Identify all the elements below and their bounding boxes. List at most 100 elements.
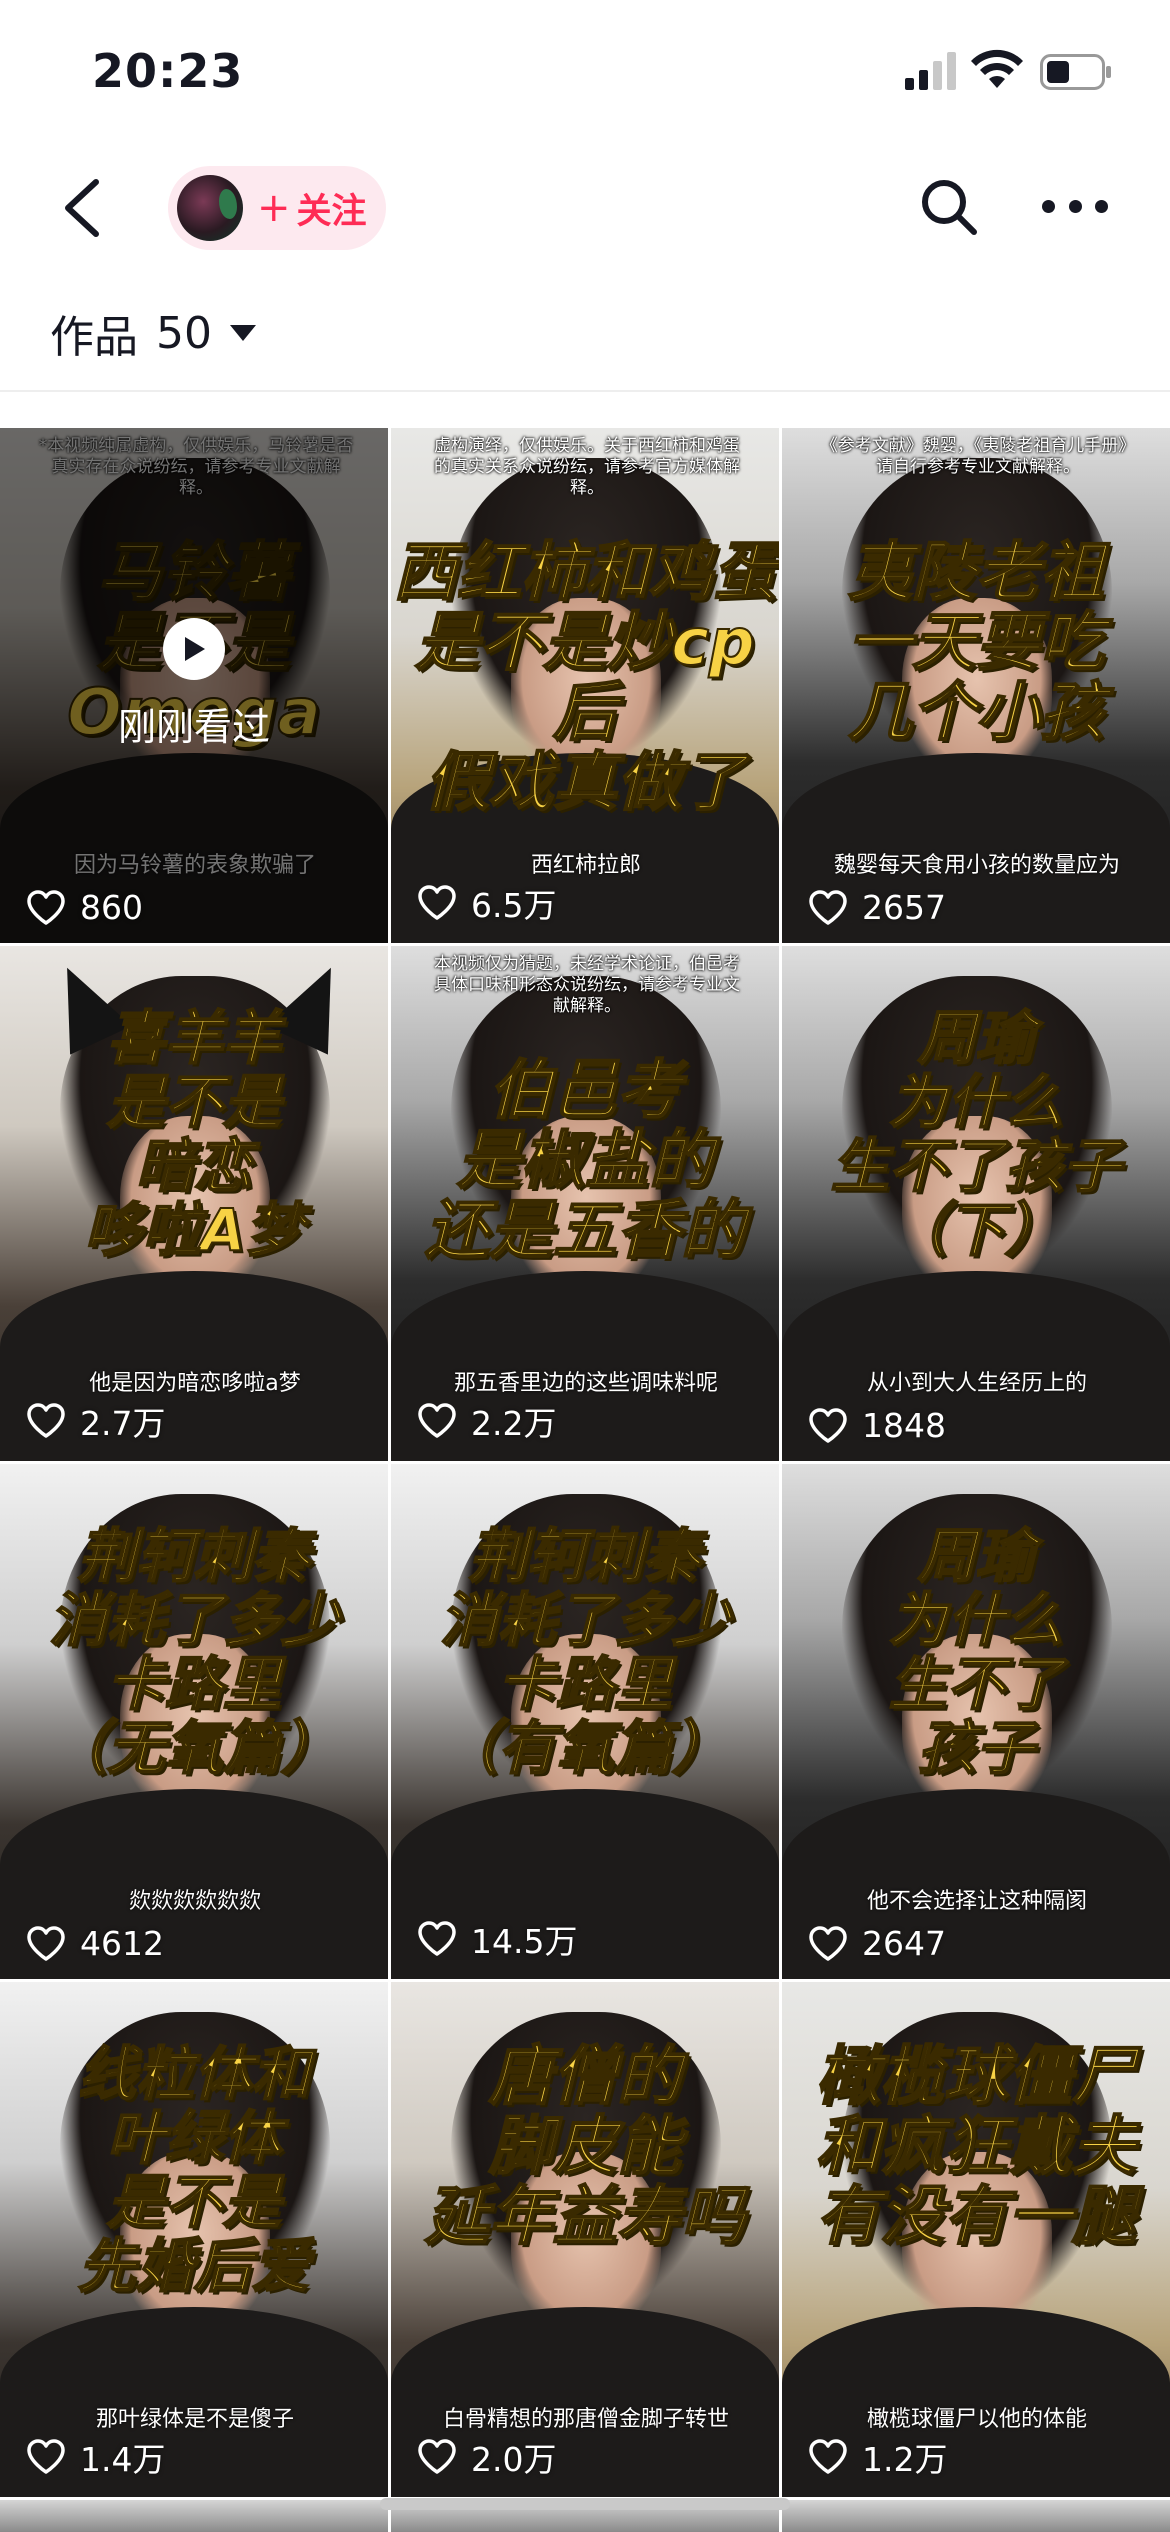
heart-icon bbox=[808, 1407, 848, 1444]
works-label: 作品 bbox=[50, 312, 138, 363]
overlay-title: 伯邑考 是椒盐的 还是五香的 bbox=[424, 1054, 746, 1268]
heart-icon bbox=[417, 1403, 457, 1439]
subtitle-caption: 从小到大人生经历上的 bbox=[866, 1371, 1087, 1396]
video-thumbnail[interactable]: 荆轲刺秦 消耗了多少 卡路里 （有氧篇） 14.5万 bbox=[391, 1464, 779, 1979]
disclaimer-text: 本视频仅为猜题，未经学术论证，伯邑考具体口味和形态众说纷纭，请参考专业文献解释。 bbox=[434, 954, 740, 1016]
like-count-value: 2657 bbox=[862, 888, 946, 927]
divider bbox=[0, 390, 1170, 392]
subtitle-caption: 那五香里边的这些调味料呢 bbox=[453, 1371, 718, 1396]
follow-label: + 关注 bbox=[257, 183, 367, 234]
like-count-value: 2.2万 bbox=[471, 1404, 557, 1443]
video-thumbnail[interactable]: 荆轲刺秦 消耗了多少 卡路里 （无氧篇） 欻欻欻欻欻欻 4612 bbox=[0, 1464, 388, 1979]
like-count: 14.5万 bbox=[417, 1915, 577, 1963]
heart-icon bbox=[417, 1921, 457, 1957]
video-thumbnail[interactable]: 本视频仅为猜题，未经学术论证，伯邑考具体口味和形态众说纷纭，请参考专业文献解释。… bbox=[391, 946, 779, 1461]
watched-label: 刚刚看过 bbox=[117, 705, 270, 749]
more-dot bbox=[1095, 199, 1108, 213]
video-thumbnail[interactable]: 虚构演绎，仅供娱乐。关于西红柿和鸡蛋的真实关系众说纷纭，请参考官方媒体解释。西红… bbox=[391, 428, 779, 943]
like-count-value: 4612 bbox=[80, 1924, 164, 1963]
video-thumbnail[interactable]: 线粒体和 叶绿体 是不是 先婚后爱那叶绿体是不是傻子 1.4万 bbox=[0, 1982, 388, 2497]
like-count: 2657 bbox=[808, 888, 946, 927]
like-count: 1.4万 bbox=[26, 2433, 165, 2481]
follow-text: 关注 bbox=[296, 191, 367, 232]
overlay-title: 周瑜 为什么 生不了 孩子 bbox=[888, 1522, 1064, 1782]
disclaimer-text: 虚构演绎，仅供娱乐。关于西红柿和鸡蛋的真实关系众说纷纭，请参考官方媒体解释。 bbox=[434, 436, 740, 498]
avatar[interactable] bbox=[177, 175, 243, 241]
overlay-title: 喜羊羊 是不是 暗恋 哆啦A梦 bbox=[84, 1004, 305, 1264]
subtitle-caption: 白骨精想的那唐僧金脚子转世 bbox=[442, 2407, 729, 2432]
wifi-icon bbox=[971, 49, 1023, 88]
heart-icon bbox=[417, 885, 457, 921]
video-grid: *本视频纯属虚构，仅供娱乐，马铃薯是否真实存在众说纷纭，请参考专业文献解释。马铃… bbox=[0, 428, 1170, 2497]
like-count-value: 14.5万 bbox=[471, 1922, 578, 1961]
video-thumbnail[interactable]: 周瑜 为什么 生不了孩子 （下） 从小到大人生经历上的 1848 bbox=[782, 946, 1170, 1461]
like-count: 2.0万 bbox=[417, 2433, 556, 2481]
more-options-icon[interactable] bbox=[1042, 196, 1108, 216]
video-thumbnail[interactable]: 周瑜 为什么 生不了 孩子他不会选择让这种隔阂 2647 bbox=[782, 1464, 1170, 1979]
search-icon[interactable] bbox=[918, 176, 980, 238]
video-thumbnail[interactable]: 唐僧的 脚皮能 延年益寿吗白骨精想的那唐僧金脚子转世 2.0万 bbox=[391, 1982, 779, 2497]
overlay-title: 夷陵老祖 一天要吃 几个小孩 bbox=[847, 536, 1105, 750]
status-time: 20:23 bbox=[92, 44, 244, 98]
subtitle-caption: 他是因为暗恋哆啦a梦 bbox=[89, 1371, 301, 1396]
like-count: 1.2万 bbox=[808, 2433, 947, 2481]
overlay-title: 荆轲刺秦 消耗了多少 卡路里 （无氧篇） bbox=[48, 1522, 340, 1782]
heart-icon bbox=[808, 889, 848, 926]
back-icon[interactable] bbox=[56, 176, 116, 240]
caret-down-icon bbox=[230, 325, 256, 341]
works-selector[interactable]: 作品 50 bbox=[50, 298, 256, 368]
subtitle-caption: 橄榄球僵尸以他的体能 bbox=[866, 2407, 1087, 2432]
like-count: 860 bbox=[26, 888, 143, 927]
home-indicator bbox=[380, 2498, 790, 2510]
like-count: 2.7万 bbox=[26, 1397, 165, 1445]
video-thumbnail-peek[interactable] bbox=[0, 2500, 388, 2532]
like-count: 2.2万 bbox=[417, 1397, 556, 1445]
overlay-title: 线粒体和 叶绿体 是不是 先婚后爱 bbox=[77, 2040, 311, 2300]
like-count-value: 1.4万 bbox=[80, 2440, 166, 2479]
subtitle-caption: 那叶绿体是不是傻子 bbox=[95, 2407, 294, 2432]
plus-icon: + bbox=[257, 185, 291, 231]
overlay-title: 周瑜 为什么 生不了孩子 （下） bbox=[830, 1004, 1122, 1264]
play-icon[interactable] bbox=[163, 618, 225, 680]
like-count-value: 860 bbox=[80, 888, 143, 927]
more-dot bbox=[1068, 199, 1082, 213]
works-count: 50 bbox=[156, 307, 212, 359]
heart-icon bbox=[808, 1925, 848, 1962]
more-dot bbox=[1042, 199, 1055, 213]
video-thumbnail[interactable]: 喜羊羊 是不是 暗恋 哆啦A梦他是因为暗恋哆啦a梦 2.7万 bbox=[0, 946, 388, 1461]
subtitle-caption: 魏婴每天食用小孩的数量应为 bbox=[833, 853, 1120, 878]
like-count: 2647 bbox=[808, 1924, 946, 1963]
recently-watched-badge: 刚刚看过 bbox=[0, 618, 388, 751]
like-count-value: 6.5万 bbox=[471, 886, 557, 925]
like-count: 4612 bbox=[26, 1924, 164, 1963]
heart-icon bbox=[26, 2439, 66, 2475]
like-count: 1848 bbox=[808, 1406, 946, 1445]
video-thumbnail-peek[interactable] bbox=[782, 2500, 1170, 2532]
like-count-value: 2.7万 bbox=[80, 1404, 166, 1443]
like-count-value: 2.0万 bbox=[471, 2440, 557, 2479]
subtitle-caption: 欻欻欻欻欻欻 bbox=[128, 1889, 261, 1914]
subtitle-caption: 他不会选择让这种隔阂 bbox=[866, 1889, 1087, 1914]
overlay-title: 唐僧的 脚皮能 延年益寿吗 bbox=[424, 2040, 746, 2254]
heart-icon bbox=[26, 889, 66, 926]
like-count-value: 2647 bbox=[862, 1924, 946, 1963]
video-thumbnail[interactable]: 橄榄球僵尸 和疯狂戴夫 有没有一腿橄榄球僵尸以他的体能 1.2万 bbox=[782, 1982, 1170, 2497]
status-bar: 20:23 bbox=[0, 0, 1170, 150]
profile-header: + 关注 bbox=[0, 150, 1170, 280]
overlay-title: 西红柿和鸡蛋 是不是炒cp后 假戏真做了 bbox=[392, 536, 778, 820]
subtitle-caption: 西红柿拉郎 bbox=[530, 853, 641, 878]
like-count-value: 1848 bbox=[862, 1406, 946, 1445]
disclaimer-text: 《参考文献》魏婴，《夷陵老祖育儿手册》请自行参考专业文献解释。 bbox=[820, 436, 1136, 477]
follow-button[interactable]: + 关注 bbox=[168, 166, 386, 250]
video-thumbnail[interactable]: 《参考文献》魏婴，《夷陵老祖育儿手册》请自行参考专业文献解释。夷陵老祖 一天要吃… bbox=[782, 428, 1170, 943]
battery-icon bbox=[1040, 54, 1111, 90]
video-thumbnail[interactable]: *本视频纯属虚构，仅供娱乐，马铃薯是否真实存在众说纷纭，请参考专业文献解释。马铃… bbox=[0, 428, 388, 943]
like-count: 6.5万 bbox=[417, 879, 556, 927]
overlay-title: 橄榄球僵尸 和疯狂戴夫 有没有一腿 bbox=[815, 2040, 1137, 2254]
cellular-signal-icon bbox=[905, 52, 956, 90]
heart-icon bbox=[808, 2439, 848, 2475]
like-count-value: 1.2万 bbox=[862, 2440, 948, 2479]
heart-icon bbox=[417, 2439, 457, 2475]
overlay-title: 荆轲刺秦 消耗了多少 卡路里 （有氧篇） bbox=[439, 1522, 731, 1782]
heart-icon bbox=[26, 1403, 66, 1439]
